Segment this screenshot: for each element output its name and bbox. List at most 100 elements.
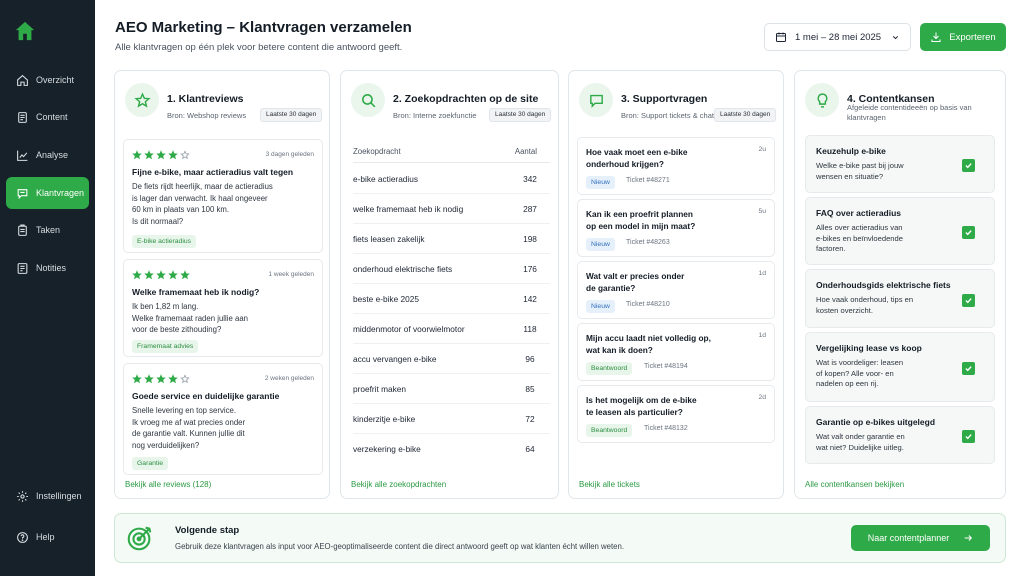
checkbox-checked[interactable] xyxy=(962,362,975,375)
checkbox-checked[interactable] xyxy=(962,226,975,239)
reviews-card: 1. Klantreviews Bron: Webshop reviews La… xyxy=(114,70,330,499)
opportunity-item[interactable]: FAQ over actieradius Alles over actieradi… xyxy=(805,197,995,265)
card-icon-wrap xyxy=(579,83,613,117)
table-row[interactable]: accu vervangen e-bike 96 xyxy=(353,344,550,374)
view-all-opportunities-link[interactable]: Alle contentkansen bekijken xyxy=(805,480,904,489)
notes-icon xyxy=(17,262,28,274)
table-row[interactable]: beste e-bike 2025 142 xyxy=(353,284,550,314)
support-card: 3. Supportvragen Bron: Support tickets &… xyxy=(568,70,784,499)
review-item[interactable]: 2 weken geleden Goede service en duideli… xyxy=(123,363,323,475)
sidebar-item-overzicht[interactable]: Overzicht xyxy=(6,64,89,96)
card-title: 2. Zoekopdrachten op de site xyxy=(393,93,539,105)
table-row[interactable]: welke framemaat heb ik nodig 287 xyxy=(353,194,550,224)
search-count: 85 xyxy=(525,383,535,394)
checkbox-checked[interactable] xyxy=(962,430,975,443)
sidebar-item-label: Content xyxy=(36,112,68,122)
table-header: Zoekopdracht Aantal xyxy=(353,145,550,163)
period-badge[interactable]: Laatste 30 dagen xyxy=(260,108,323,122)
status-badge: Nieuw xyxy=(586,176,615,189)
opportunity-item[interactable]: Garantie op e-bikes uitgelegd Wat valt on… xyxy=(805,406,995,464)
review-time: 1 week geleden xyxy=(268,271,314,278)
page-subtitle: Alle klantvragen op één plek voor betere… xyxy=(115,42,403,53)
star-filled-icon xyxy=(132,150,142,160)
ticket-question: Mijn accu laadt niet volledig op, wat ka… xyxy=(586,333,711,355)
sidebar-item-analyse[interactable]: Analyse xyxy=(6,139,89,171)
table-row[interactable]: kinderzitje e-bike 72 xyxy=(353,404,550,434)
opportunity-item[interactable]: Onderhoudsgids elektrische fiets Hoe vaak… xyxy=(805,269,995,328)
date-range-picker[interactable]: 1 mei – 28 mei 2025 xyxy=(764,23,911,51)
content-planner-button[interactable]: Naar contentplanner xyxy=(851,525,990,551)
banner-text: Gebruik deze klantvragen als input voor … xyxy=(175,542,625,551)
review-item[interactable]: 3 dagen geleden Fijne e-bike, maar actie… xyxy=(123,139,323,253)
star-filled-icon xyxy=(180,270,190,280)
export-label: Exporteren xyxy=(949,31,996,43)
sidebar-item-content[interactable]: Content xyxy=(6,101,89,133)
checkbox-checked[interactable] xyxy=(962,159,975,172)
ticket-age: 2d xyxy=(758,394,766,401)
star-filled-icon xyxy=(132,374,142,384)
table-row[interactable]: onderhoud elektrische fiets 176 xyxy=(353,254,550,284)
sidebar-item-label: Overzicht xyxy=(36,75,75,85)
period-badge[interactable]: Laatste 30 dagen xyxy=(714,108,777,122)
sidebar-item-klantvragen[interactable]: Klantvragen xyxy=(6,177,89,209)
table-row[interactable]: fiets leasen zakelijk 198 xyxy=(353,224,550,254)
sidebar: Overzicht Content Analyse Klantvragen Ta… xyxy=(0,0,95,576)
period-badge[interactable]: Laatste 30 dagen xyxy=(489,108,552,122)
sidebar-item-help[interactable]: Help xyxy=(6,521,89,553)
checkmark-icon xyxy=(965,298,972,304)
search-query: verzekering e-bike xyxy=(353,444,421,454)
opportunity-description: Wat is voordeliger: leasen of kopen? All… xyxy=(816,358,904,388)
ticket-item[interactable]: Wat valt er precies onder de garantie? 1d… xyxy=(577,261,775,319)
ticket-item[interactable]: Mijn accu laadt niet volledig op, wat ka… xyxy=(577,323,775,381)
search-query: fiets leasen zakelijk xyxy=(353,233,425,244)
search-count: 64 xyxy=(525,444,535,454)
opportunity-title: Vergelijking lease vs koop xyxy=(816,343,922,353)
search-query: welke framemaat heb ik nodig xyxy=(353,203,464,214)
sidebar-item-taken[interactable]: Taken xyxy=(6,214,89,246)
view-all-tickets-link[interactable]: Bekijk alle tickets xyxy=(579,480,640,489)
review-tag: Garantie xyxy=(132,457,169,470)
view-all-searches-link[interactable]: Bekijk alle zoekopdrachten xyxy=(351,480,446,489)
star-outline-icon xyxy=(133,91,151,108)
sidebar-item-notities[interactable]: Notities xyxy=(6,252,89,284)
star-filled-icon xyxy=(156,374,166,384)
view-all-reviews-link[interactable]: Bekijk alle reviews (128) xyxy=(125,480,211,489)
ticket-question: Kan ik een proefrit plannen op een model… xyxy=(586,209,696,231)
chat-icon xyxy=(17,188,28,199)
opportunity-description: Hoe vaak onderhoud, tips en kosten overz… xyxy=(816,295,914,315)
chevron-down-icon xyxy=(893,35,899,39)
home-logo-icon[interactable] xyxy=(14,20,36,42)
opportunity-item[interactable]: Keuzehulp e-bike Welke e-bike past bij jo… xyxy=(805,135,995,193)
checkbox-checked[interactable] xyxy=(962,294,975,307)
star-filled-icon xyxy=(144,150,154,160)
export-button[interactable]: Exporteren xyxy=(920,23,1006,51)
search-query: proefrit maken xyxy=(353,383,407,394)
column-header-count: Aantal xyxy=(514,147,537,156)
download-icon xyxy=(931,32,941,42)
search-count: 287 xyxy=(523,203,537,214)
table-row[interactable]: middenmotor of voorwielmotor 118 xyxy=(353,314,550,344)
table-row[interactable]: proefrit maken 85 xyxy=(353,374,550,404)
opportunity-description: Wat valt onder garantie en wat niet? Dui… xyxy=(816,432,905,452)
ticket-question: Is het mogelijk om de e-bike te leasen a… xyxy=(586,395,697,417)
search-icon xyxy=(361,93,375,107)
table-row[interactable]: e-bike actieradius 342 xyxy=(353,164,550,194)
ticket-item[interactable]: Hoe vaak moet een e-bike onderhoud krijg… xyxy=(577,137,775,195)
sidebar-item-instellingen[interactable]: Instellingen xyxy=(6,480,89,512)
review-body: Ik ben 1,82 m lang. Welke framemaat rade… xyxy=(132,302,249,334)
star-filled-icon xyxy=(168,374,178,384)
review-body: Snelle levering en top service. Ik vroeg… xyxy=(132,406,246,450)
search-query: e-bike actieradius xyxy=(353,173,419,184)
ticket-item[interactable]: Kan ik een proefrit plannen op een model… xyxy=(577,199,775,257)
card-source: Afgeleide contentideeën op basis van kla… xyxy=(847,103,972,122)
sidebar-item-label: Analyse xyxy=(36,150,69,160)
table-row[interactable]: verzekering e-bike 64 xyxy=(353,434,550,464)
ticket-age: 1d xyxy=(758,270,766,277)
review-title: Goede service en duidelijke garantie xyxy=(132,391,280,401)
searches-card: 2. Zoekopdrachten op de site Bron: Inter… xyxy=(340,70,559,499)
ticket-item[interactable]: Is het mogelijk om de e-bike te leasen a… xyxy=(577,385,775,443)
clipboard-icon xyxy=(18,224,27,236)
review-item[interactable]: 1 week geleden Welke framemaat heb ik no… xyxy=(123,259,323,357)
banner-title: Volgende stap xyxy=(175,525,240,536)
opportunity-item[interactable]: Vergelijking lease vs koop Wat is voordel… xyxy=(805,332,995,402)
